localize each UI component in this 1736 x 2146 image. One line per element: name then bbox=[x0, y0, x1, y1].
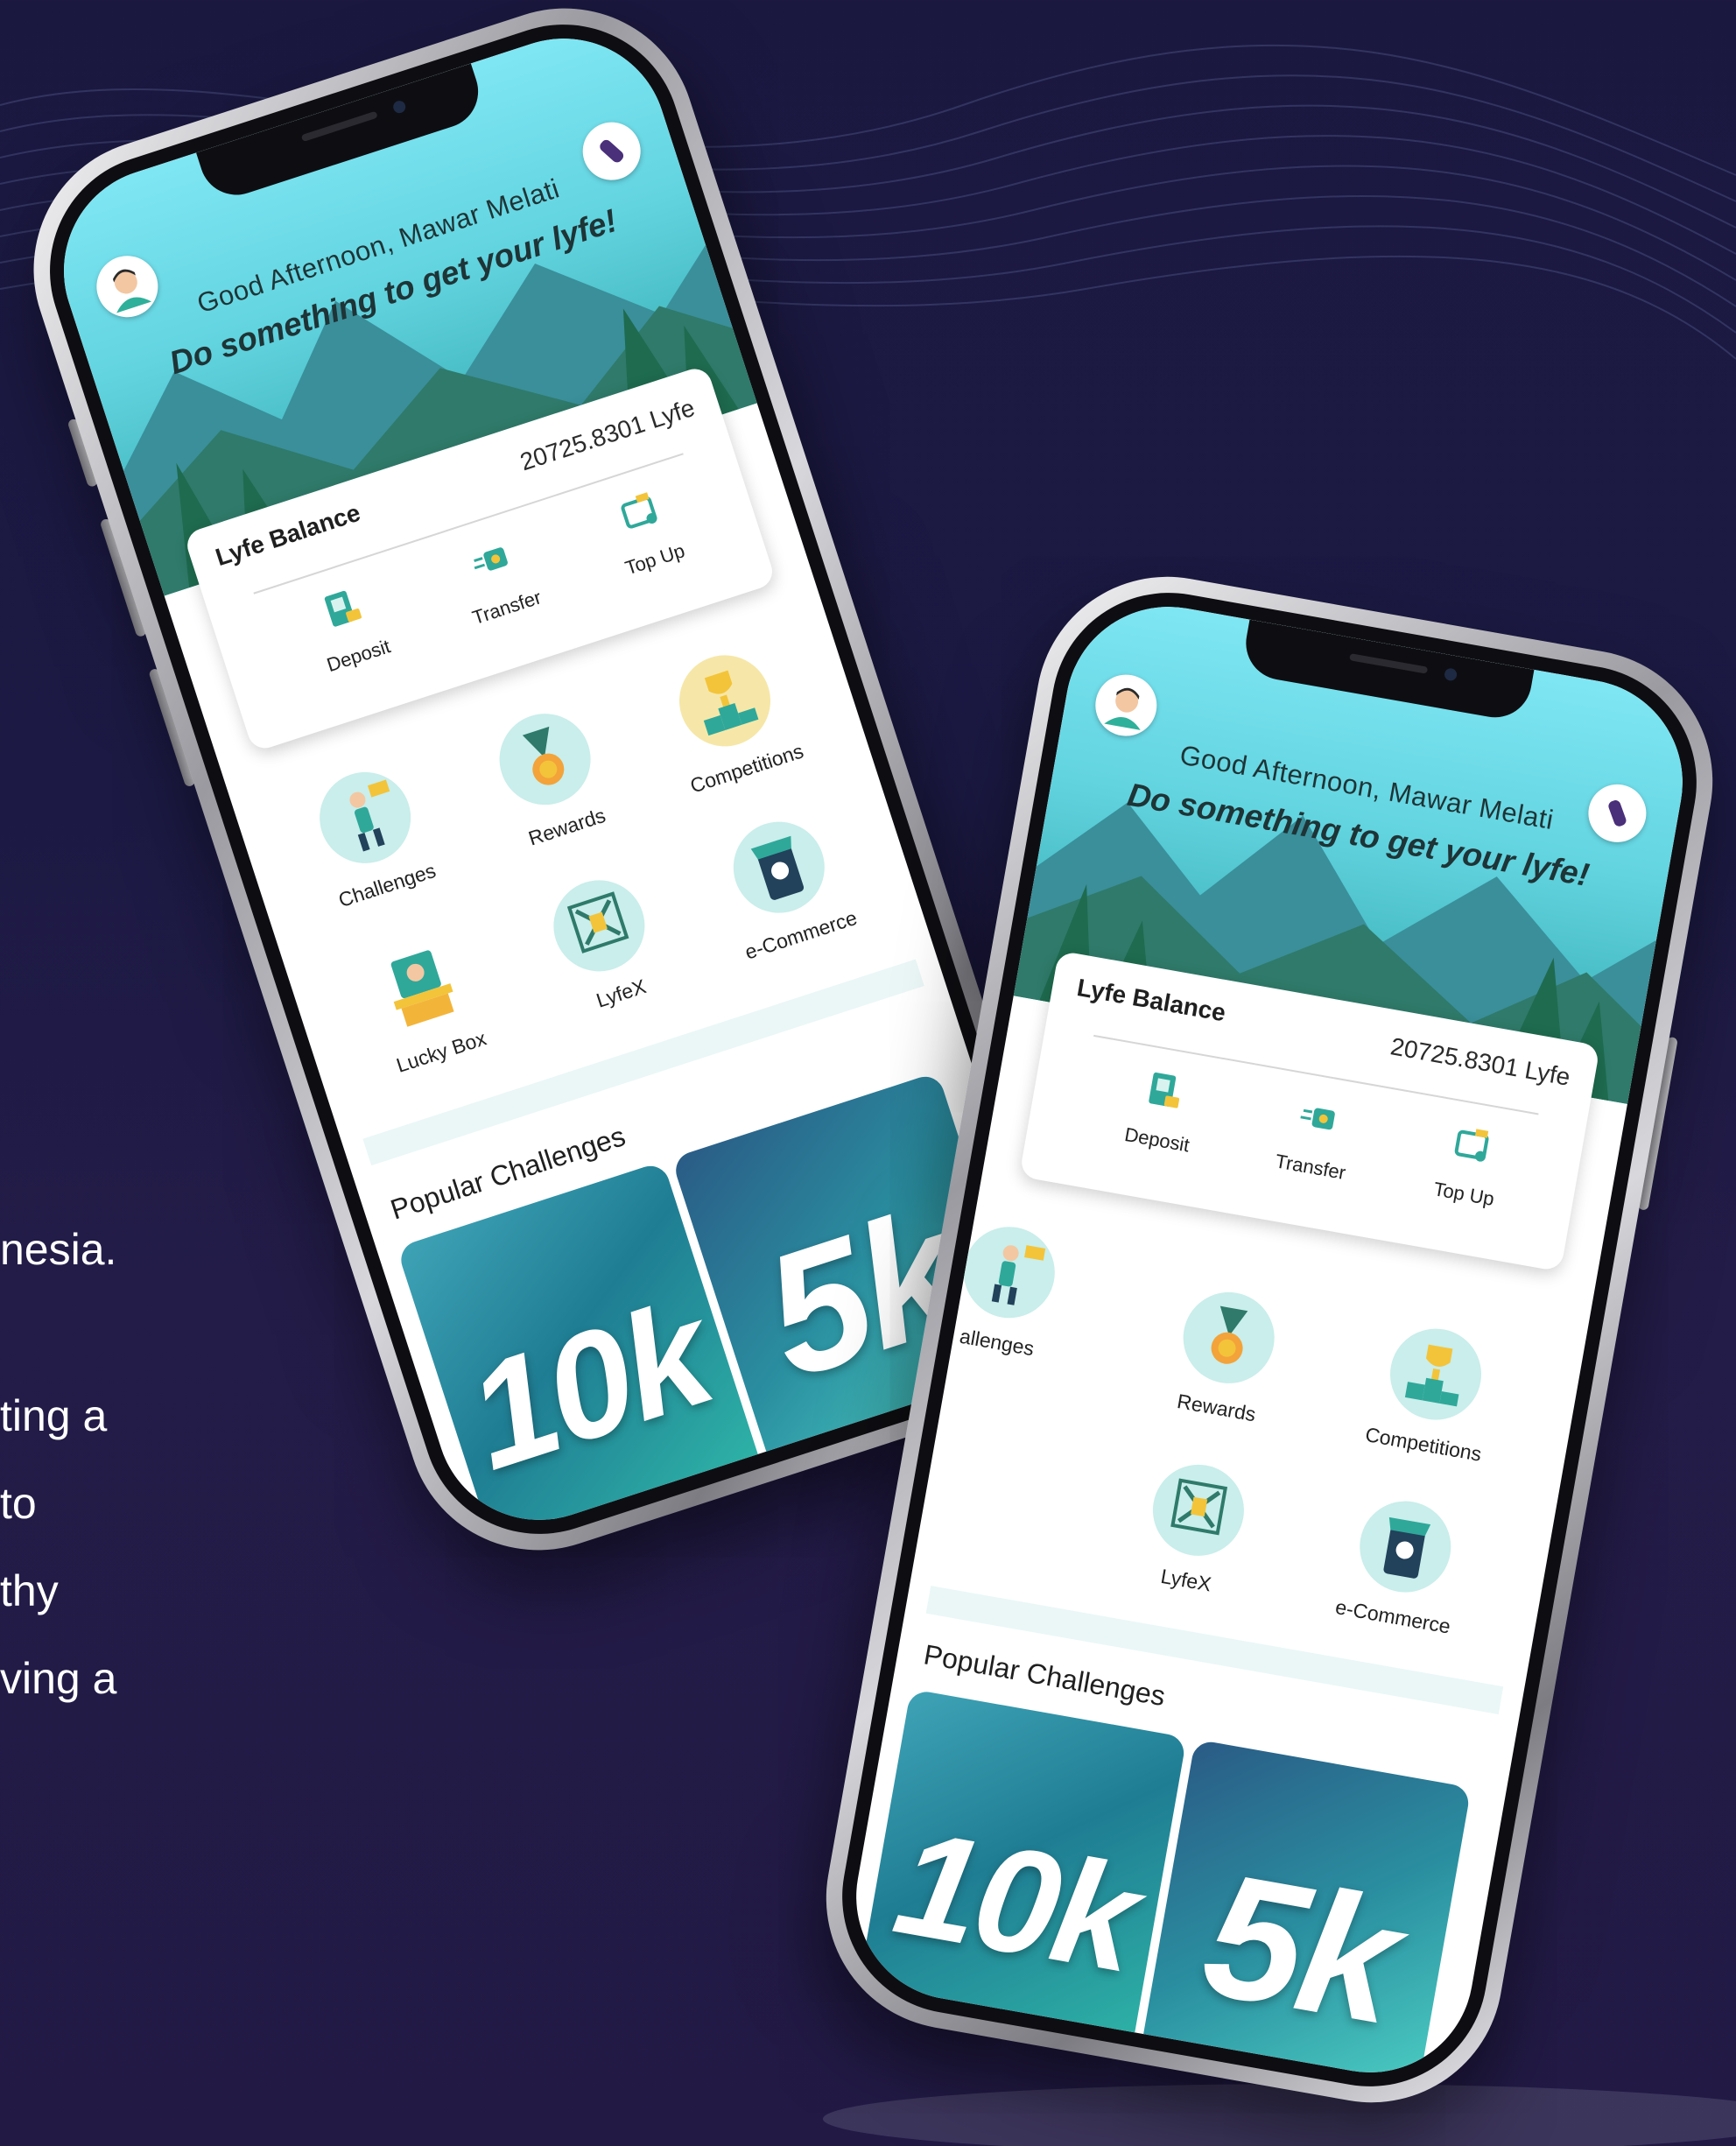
side-text-line: thy bbox=[0, 1566, 59, 1615]
side-text-line: ting a bbox=[0, 1391, 108, 1440]
menu-challenges[interactable]: allenges bbox=[917, 1214, 1095, 1368]
side-text-line: to bbox=[0, 1479, 37, 1528]
challenge-card-10k[interactable]: 10k bbox=[853, 1688, 1187, 2065]
transfer-label: Transfer bbox=[1273, 1150, 1348, 1185]
deposit-label: Deposit bbox=[1122, 1122, 1191, 1157]
deposit-icon bbox=[324, 590, 362, 627]
menu-rewards[interactable]: Rewards bbox=[1137, 1279, 1315, 1433]
menu-rewards[interactable]: Rewards bbox=[456, 692, 646, 862]
balance-value: 20725.8301 Lyfe bbox=[1388, 1032, 1572, 1091]
menu-lyfex[interactable]: LyfeX bbox=[510, 858, 700, 1029]
challenge-distance: 10k bbox=[449, 1270, 727, 1502]
competitions-icon bbox=[703, 670, 759, 736]
transfer-label: Transfer bbox=[469, 586, 545, 630]
e-commerce-icon bbox=[1383, 1516, 1431, 1579]
top-up-button[interactable]: Top Up bbox=[574, 473, 717, 590]
menu-label: LyfeX bbox=[1159, 1564, 1213, 1596]
transfer-icon bbox=[1300, 1108, 1335, 1130]
menu-competitions[interactable]: Competitions bbox=[636, 633, 826, 804]
top-up-icon bbox=[621, 492, 657, 529]
rewards-icon bbox=[522, 726, 565, 785]
challenge-distance: 10k bbox=[883, 1798, 1148, 2004]
menu-challenges[interactable]: Challenges bbox=[276, 750, 466, 921]
challenges-icon bbox=[349, 779, 390, 852]
competitions-icon bbox=[1404, 1344, 1459, 1407]
deposit-button[interactable]: Deposit bbox=[1094, 1059, 1229, 1162]
e-commerce-icon bbox=[750, 835, 805, 900]
menu-e-commerce[interactable]: e-Commerce bbox=[690, 799, 880, 970]
menu-label: e-Commerce bbox=[1333, 1594, 1452, 1638]
side-text-line: nesia. bbox=[0, 1225, 117, 1274]
menu-label: allenges bbox=[958, 1324, 1037, 1361]
menu-lucky-box[interactable]: Lucky Box bbox=[330, 917, 520, 1087]
top-up-label: Top Up bbox=[622, 539, 688, 580]
challenge-distance: 5k bbox=[1191, 1835, 1410, 2061]
transfer-button[interactable]: Transfer bbox=[426, 521, 569, 638]
lucky-box-icon bbox=[390, 950, 454, 1027]
deposit-button[interactable]: Deposit bbox=[278, 569, 421, 686]
challenges-icon bbox=[991, 1245, 1046, 1305]
top-up-icon bbox=[1454, 1129, 1489, 1162]
top-up-button[interactable]: Top Up bbox=[1402, 1113, 1536, 1216]
deposit-label: Deposit bbox=[324, 635, 393, 677]
menu-e-commerce[interactable]: e-Commerce bbox=[1313, 1488, 1491, 1643]
transfer-icon bbox=[474, 547, 508, 571]
lyfex-icon bbox=[1170, 1478, 1228, 1536]
menu-lyfex[interactable]: LyfeX bbox=[1107, 1452, 1284, 1606]
transfer-button[interactable]: Transfer bbox=[1248, 1086, 1383, 1189]
deposit-icon bbox=[1149, 1072, 1180, 1108]
challenge-card-5k[interactable]: 5k bbox=[1137, 1739, 1472, 2089]
menu-competitions[interactable]: Competitions bbox=[1344, 1316, 1522, 1470]
side-text-line: ving a bbox=[0, 1654, 117, 1703]
balance-label: Lyfe Balance bbox=[1074, 974, 1228, 1027]
menu-label: Rewards bbox=[1175, 1390, 1258, 1426]
top-up-label: Top Up bbox=[1431, 1178, 1496, 1210]
rewards-icon bbox=[1211, 1305, 1248, 1364]
menu-label: Competitions bbox=[1363, 1422, 1484, 1466]
lyfex-icon bbox=[566, 891, 629, 953]
